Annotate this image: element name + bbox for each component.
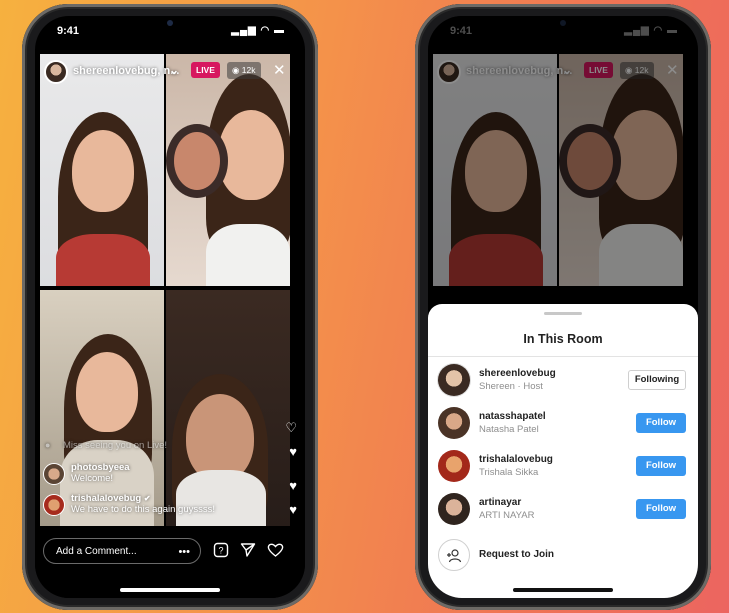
commenter-avatar[interactable] (43, 494, 65, 516)
follow-button[interactable]: Follow (636, 499, 686, 519)
sheet-title: In This Room (523, 332, 603, 346)
following-button[interactable]: Following (628, 370, 686, 390)
question-icon[interactable]: ? (213, 542, 229, 561)
member-subtitle: ARTI NAYAR (479, 510, 535, 521)
divider (428, 356, 698, 357)
member-username[interactable]: trishalalovebug (479, 454, 553, 465)
member-username[interactable]: natasshapatel (479, 411, 546, 422)
member-row[interactable]: natasshapatel Natasha Patel Follow (428, 403, 698, 445)
member-avatar[interactable] (438, 450, 470, 482)
comment-text: Miss seeing you on Live! (63, 440, 168, 451)
comment-username[interactable]: trishalalovebug (71, 493, 141, 504)
member-avatar[interactable] (438, 493, 470, 525)
member-subtitle: Natasha Patel (479, 424, 539, 435)
add-person-icon[interactable] (438, 539, 470, 571)
comment-bar: Add a Comment... ••• ? (35, 528, 305, 598)
heart-icon: ♥ (289, 502, 297, 517)
follow-button[interactable]: Follow (636, 456, 686, 476)
comment-text: Welcome! (71, 473, 114, 484)
live-header: shereenlovebug, n... ⌄ LIVE ◉ 12k ✕ (35, 54, 305, 88)
close-icon[interactable]: ✕ (273, 61, 286, 79)
chat-bubble-icon: ● (45, 440, 51, 450)
heart-icon: ♥ (289, 444, 297, 459)
request-to-join-row[interactable]: Request to Join (428, 535, 698, 577)
viewer-count[interactable]: ◉ 12k (227, 62, 261, 79)
member-subtitle: Shereen · Host (479, 381, 543, 392)
live-screen: 9:41 ▂▄▆ ◠ ▬ shereenlovebug, n... ⌄ LIVE… (35, 16, 305, 598)
heart-icon: ♥ (289, 478, 297, 493)
send-icon[interactable] (240, 542, 256, 561)
svg-text:?: ? (218, 546, 223, 556)
host-username[interactable]: shereenlovebug, n... (73, 65, 179, 77)
home-indicator[interactable] (513, 588, 613, 592)
sheet-grabber[interactable] (544, 312, 582, 315)
status-indicators: ▂▄▆ ◠ ▬ (231, 25, 285, 36)
room-screen: 9:41 ▂▄▆ ◠ ▬ shereenlovebug, n... ⌄ LIVE… (428, 16, 698, 598)
member-row[interactable]: shereenlovebug Shereen · Host Following (428, 360, 698, 402)
member-avatar[interactable] (438, 364, 470, 396)
video-tile-2 (166, 54, 290, 286)
status-time: 9:41 (57, 25, 80, 37)
member-avatar[interactable] (438, 407, 470, 439)
comment-placeholder: Add a Comment... (56, 546, 137, 557)
video-tile-3 (40, 290, 164, 526)
verified-badge-icon: ✔ (143, 494, 151, 503)
member-row[interactable]: trishalalovebug Trishala Sikka Follow (428, 446, 698, 488)
heart-icon: ♡ (285, 420, 297, 435)
chevron-down-icon[interactable]: ⌄ (169, 63, 179, 77)
live-badge: LIVE (191, 62, 220, 78)
member-username[interactable]: artinayar (479, 497, 521, 508)
right-phone: 9:41 ▂▄▆ ◠ ▬ shereenlovebug, n... ⌄ LIVE… (415, 4, 711, 610)
left-phone: 9:41 ▂▄▆ ◠ ▬ shereenlovebug, n... ⌄ LIVE… (22, 4, 318, 610)
in-this-room-sheet: In This Room shereenlovebug Shereen · Ho… (428, 304, 698, 598)
commenter-avatar[interactable] (43, 463, 65, 485)
video-tile-1 (40, 54, 164, 286)
request-to-join-label[interactable]: Request to Join (479, 549, 554, 560)
more-options-icon[interactable]: ••• (178, 539, 190, 565)
camera-dot (167, 20, 173, 26)
host-avatar[interactable] (44, 60, 68, 84)
member-row[interactable]: artinayar ARTI NAYAR Follow (428, 489, 698, 531)
follow-button[interactable]: Follow (636, 413, 686, 433)
home-indicator[interactable] (120, 588, 220, 592)
eye-icon: ◉ (232, 65, 242, 75)
viewer-count-value: 12k (241, 65, 256, 75)
video-tile-4 (166, 290, 290, 526)
comment-input[interactable]: Add a Comment... ••• (43, 538, 201, 564)
comment-text: We have to do this again guyssss! (71, 504, 215, 515)
comment-username[interactable]: photosbyeea (71, 462, 130, 473)
member-subtitle: Trishala Sikka (479, 467, 539, 478)
member-username[interactable]: shereenlovebug (479, 368, 556, 379)
heart-icon[interactable] (267, 542, 284, 561)
